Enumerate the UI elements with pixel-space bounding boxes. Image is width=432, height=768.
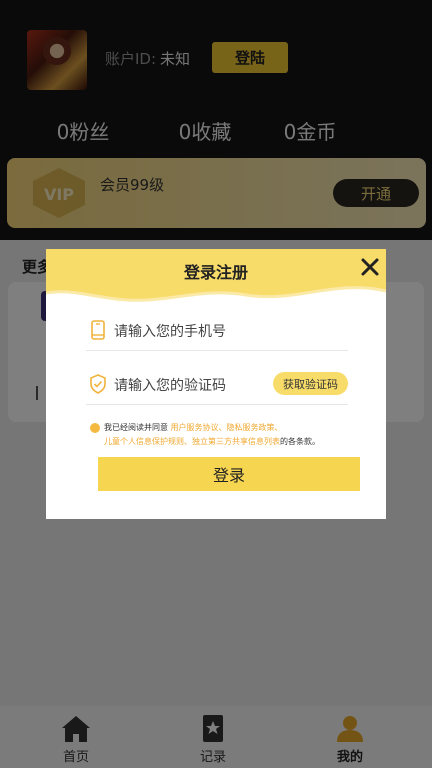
agreement-text: 我已经阅读并同意 用户服务协议、隐私服务政策、 儿童个人信息保护规则、独立第三方… (104, 421, 364, 449)
phone-field (86, 315, 348, 351)
dialog-title: 登录注册 (183, 263, 248, 282)
agreement-link-2[interactable]: 儿童个人信息保护规则、独立第三方共享信息列表 (104, 437, 280, 446)
code-input[interactable] (114, 373, 264, 399)
close-icon[interactable] (360, 257, 380, 277)
agreement-link-1[interactable]: 用户服务协议、隐私服务政策、 (171, 423, 283, 432)
shield-icon (90, 374, 106, 394)
phone-icon (91, 320, 105, 340)
agreement-suffix: 的各条款。 (280, 437, 320, 446)
login-register-dialog: 登录注册 获取验证码 我已经阅读并同意 用户服务协议、隐私服务政策、 儿童个人信… (46, 249, 386, 519)
code-field: 获取验证码 (86, 369, 348, 405)
phone-input[interactable] (114, 319, 264, 345)
agreement-checkbox[interactable] (90, 423, 100, 433)
agreement-prefix: 我已经阅读并同意 (104, 423, 168, 432)
get-code-button[interactable]: 获取验证码 (273, 372, 348, 395)
login-submit-button[interactable]: 登录 (98, 457, 360, 491)
